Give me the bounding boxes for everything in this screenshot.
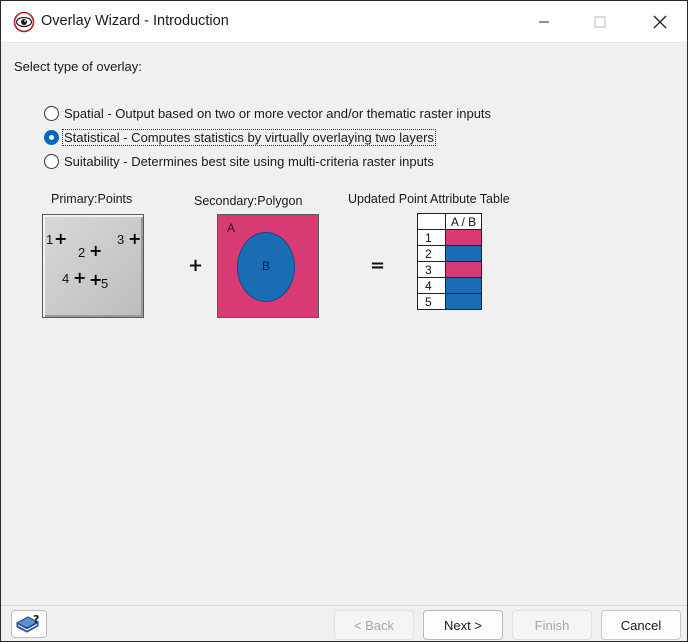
table-header-row: A / B	[417, 213, 482, 230]
close-button[interactable]	[637, 1, 683, 43]
help-button[interactable]: ?	[11, 610, 47, 638]
point-label-5: 5	[101, 276, 109, 291]
maximize-button[interactable]	[577, 1, 623, 43]
point-marker-icon: +	[89, 241, 103, 260]
radio-statistical[interactable]	[44, 129, 59, 145]
point-marker-icon: +	[54, 229, 68, 248]
point-attribute-table-illustration: A / B 1 2 3 4 5	[417, 213, 482, 310]
option-spatial-label[interactable]: Spatial - Output based on two or more ve…	[63, 106, 492, 121]
primary-points-illustration: 1 + 2 + 3 + 4 + + 5	[42, 214, 144, 318]
option-statistical[interactable]: Statistical - Computes statistics by vir…	[44, 128, 436, 146]
point-label-3: 3	[117, 232, 125, 247]
table-header-cell: A / B	[445, 213, 482, 230]
table-corner-cell	[417, 213, 446, 230]
svg-text:?: ?	[33, 613, 39, 626]
table-row-id: 5	[417, 293, 446, 310]
primary-points-label: Primary:Points	[51, 192, 133, 206]
minimize-icon	[539, 21, 549, 23]
table-row-id: 2	[417, 245, 446, 262]
help-book-icon: ?	[15, 613, 39, 633]
point-label-4: 4	[62, 271, 70, 286]
cancel-button[interactable]: Cancel	[601, 610, 681, 640]
overlay-type-prompt: Select type of overlay:	[14, 59, 142, 74]
radio-suitability[interactable]	[44, 153, 59, 169]
window-title: Overlay Wizard - Introduction	[41, 13, 229, 29]
result-table-label: Updated Point Attribute Table	[348, 192, 510, 206]
table-cell-a	[445, 229, 482, 246]
option-suitability[interactable]: Suitability - Determines best site using…	[44, 152, 435, 170]
table-row-id: 1	[417, 229, 446, 246]
plus-operator: +	[188, 255, 204, 276]
secondary-polygon-illustration: A B	[217, 214, 319, 318]
polygon-a-label: A	[227, 221, 236, 235]
table-row: 1	[417, 229, 482, 246]
next-button[interactable]: Next >	[423, 610, 503, 640]
table-cell-b	[445, 277, 482, 294]
finish-button[interactable]: Finish	[512, 610, 592, 640]
polygon-b-label: B	[262, 259, 271, 273]
table-row-id: 4	[417, 277, 446, 294]
back-button[interactable]: < Back	[334, 610, 414, 640]
secondary-polygon-label: Secondary:Polygon	[194, 194, 303, 208]
point-marker-icon: +	[73, 268, 87, 287]
table-row: 2	[417, 245, 482, 262]
radio-spatial[interactable]	[44, 105, 59, 121]
overlay-wizard-window: Overlay Wizard - Introduction Select typ…	[0, 0, 688, 642]
table-cell-b	[445, 293, 482, 310]
option-spatial[interactable]: Spatial - Output based on two or more ve…	[44, 104, 492, 122]
point-label-1: 1	[46, 232, 54, 247]
table-row: 3	[417, 261, 482, 278]
title-bar[interactable]: Overlay Wizard - Introduction	[1, 1, 687, 43]
point-marker-icon: +	[128, 229, 142, 248]
option-suitability-label[interactable]: Suitability - Determines best site using…	[63, 154, 435, 169]
table-cell-a	[445, 261, 482, 278]
maximize-icon	[594, 16, 606, 28]
footer-divider	[1, 605, 687, 606]
close-icon	[653, 15, 667, 29]
point-label-2: 2	[78, 245, 86, 260]
option-statistical-label[interactable]: Statistical - Computes statistics by vir…	[62, 128, 436, 146]
eye-app-icon	[13, 11, 35, 33]
table-row: 5	[417, 293, 482, 310]
table-row: 4	[417, 277, 482, 294]
table-row-id: 3	[417, 261, 446, 278]
table-cell-b	[445, 245, 482, 262]
minimize-button[interactable]	[521, 1, 567, 43]
equals-operator: =	[370, 255, 386, 276]
